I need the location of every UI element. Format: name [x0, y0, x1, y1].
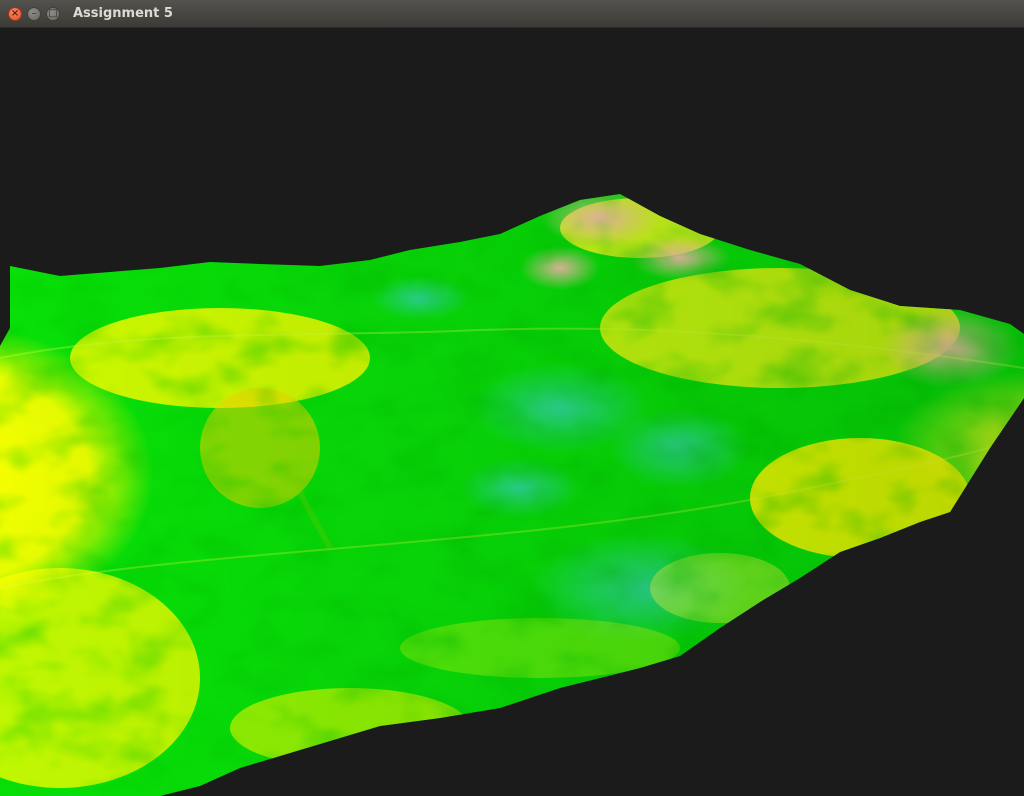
terrain-surface — [0, 194, 1024, 796]
maximize-button[interactable]: □ — [46, 7, 60, 21]
title-bar[interactable]: × – □ Assignment 5 — [0, 0, 1024, 28]
close-button[interactable]: × — [8, 7, 22, 21]
maximize-icon: □ — [48, 8, 58, 19]
gl-viewport[interactable] — [0, 28, 1024, 796]
terrain-canvas — [0, 194, 1024, 796]
minimize-icon: – — [31, 8, 37, 19]
app-window: × – □ Assignment 5 — [0, 0, 1024, 796]
close-icon: × — [10, 8, 20, 19]
window-title: Assignment 5 — [73, 6, 173, 21]
minimize-button[interactable]: – — [27, 7, 41, 21]
